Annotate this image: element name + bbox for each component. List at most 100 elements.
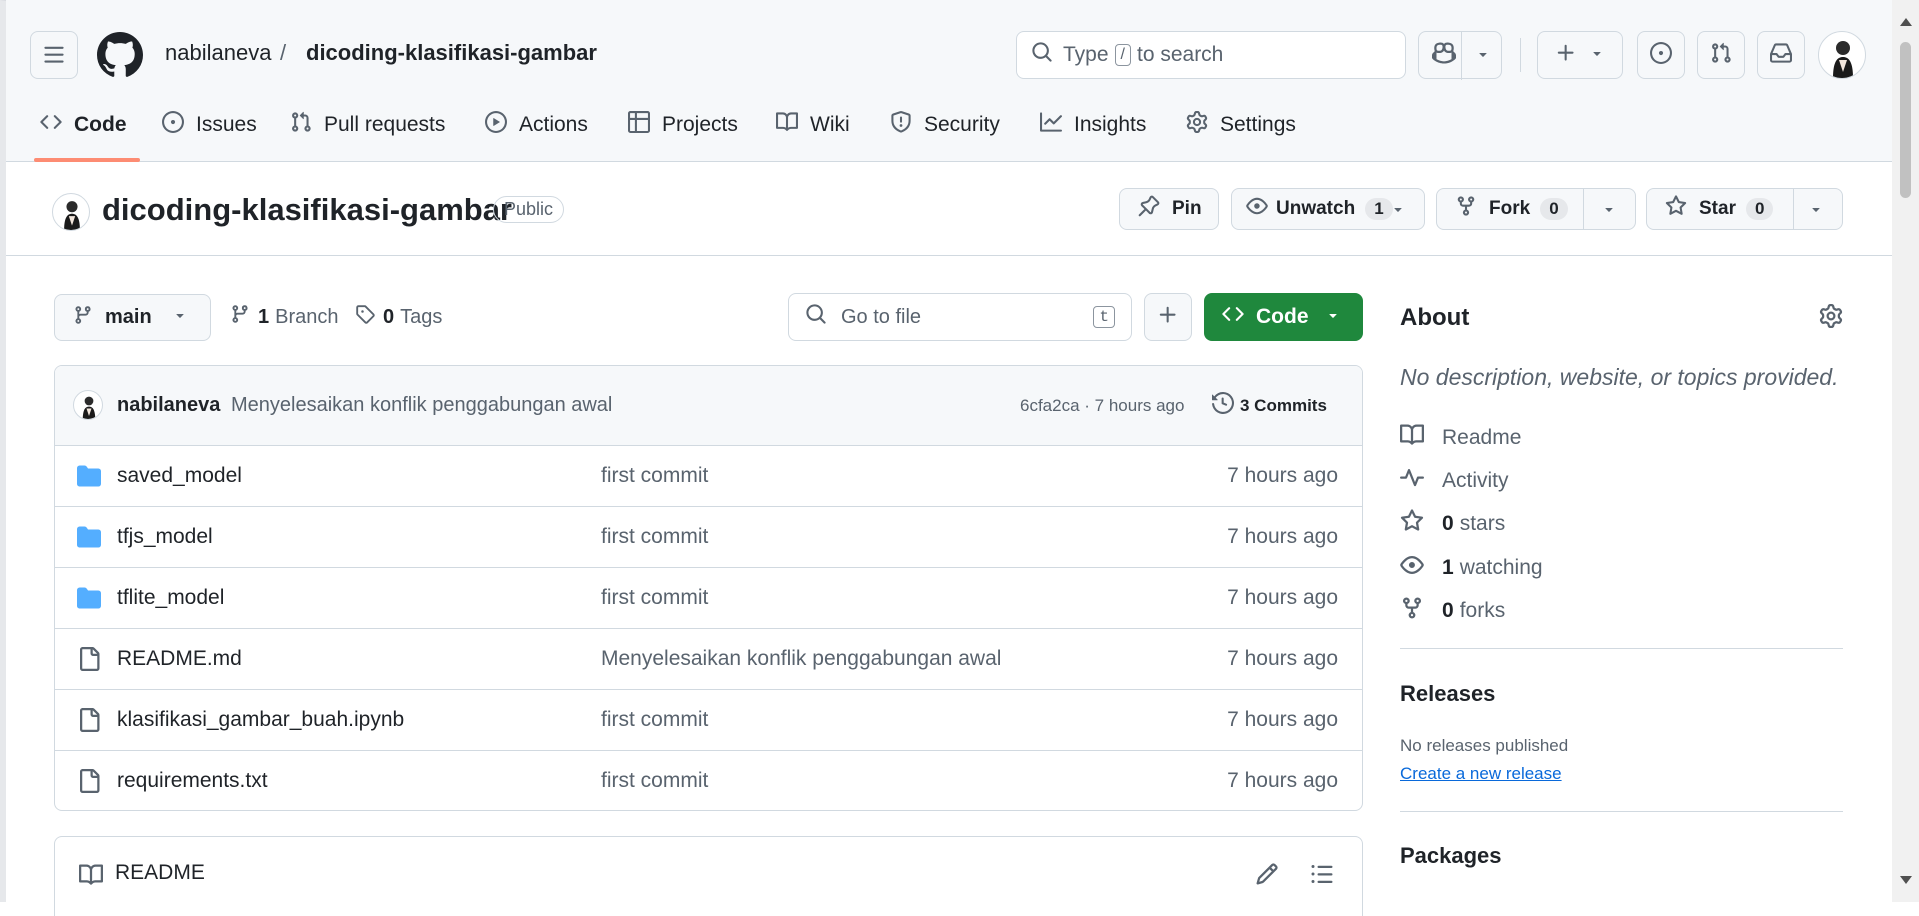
tab-security[interactable]: Security bbox=[890, 100, 1000, 150]
commit-meta[interactable]: 6cfa2ca · 7 hours ago bbox=[1020, 396, 1184, 416]
create-new-button[interactable] bbox=[1537, 31, 1623, 79]
tab-projects[interactable]: Projects bbox=[628, 100, 738, 150]
pin-button[interactable]: Pin bbox=[1119, 188, 1219, 230]
graph-icon bbox=[1040, 111, 1074, 139]
chevron-down-icon[interactable] bbox=[1390, 201, 1406, 223]
copilot-button[interactable] bbox=[1418, 31, 1502, 80]
gear-icon[interactable] bbox=[1819, 304, 1843, 333]
file-commit-message[interactable]: first commit bbox=[601, 708, 708, 732]
breadcrumb-repo[interactable]: dicoding-klasifikasi-gambar bbox=[306, 40, 597, 66]
watching-label: watching bbox=[1459, 556, 1543, 579]
book-icon bbox=[79, 863, 104, 892]
tab-label: Settings bbox=[1220, 113, 1296, 136]
breadcrumb-owner[interactable]: nabilaneva bbox=[165, 40, 271, 66]
file-name[interactable]: tflite_model bbox=[117, 586, 224, 610]
user-avatar[interactable] bbox=[1818, 31, 1866, 79]
file-row[interactable]: tflite_model first commit 7 hours ago bbox=[55, 567, 1362, 628]
file-row[interactable]: README.md Menyelesaikan konflik penggabu… bbox=[55, 628, 1362, 689]
eye-icon bbox=[1400, 553, 1442, 583]
about-readme-link[interactable]: Readme bbox=[1400, 423, 1521, 453]
fork-icon bbox=[1455, 195, 1477, 223]
tab-actions[interactable]: Actions bbox=[485, 100, 588, 150]
tab-pull-requests[interactable]: Pull requests bbox=[290, 100, 445, 150]
tags-link[interactable]: 0 Tags bbox=[355, 304, 442, 330]
about-forks-link[interactable]: 0 forks bbox=[1400, 596, 1505, 626]
scrollbar[interactable] bbox=[1892, 0, 1919, 902]
file-row[interactable]: saved_model first commit 7 hours ago bbox=[55, 445, 1362, 506]
go-to-file-placeholder: Go to file bbox=[841, 305, 922, 328]
tab-code[interactable]: Code bbox=[40, 100, 127, 150]
file-time: 7 hours ago bbox=[1227, 647, 1338, 670]
menu-button[interactable] bbox=[30, 31, 78, 79]
active-tab-indicator bbox=[34, 158, 140, 162]
commit-message[interactable]: Menyelesaikan konflik penggabungan awal bbox=[231, 394, 612, 417]
scroll-down-icon[interactable] bbox=[1900, 876, 1912, 884]
file-icon bbox=[77, 769, 101, 799]
branch-selector[interactable]: main bbox=[54, 294, 211, 341]
chevron-down-icon[interactable] bbox=[1808, 201, 1824, 223]
search-input[interactable]: Type / to search bbox=[1016, 31, 1406, 79]
tag-label: Tags bbox=[400, 305, 443, 328]
tab-label: Wiki bbox=[810, 113, 850, 136]
chevron-down-icon bbox=[172, 306, 188, 329]
create-release-link[interactable]: Create a new release bbox=[1400, 764, 1562, 784]
file-name[interactable]: saved_model bbox=[117, 464, 242, 488]
tab-issues[interactable]: Issues bbox=[162, 100, 257, 150]
tab-wiki[interactable]: Wiki bbox=[776, 100, 850, 150]
file-row[interactable]: tfjs_model first commit 7 hours ago bbox=[55, 506, 1362, 567]
list-icon[interactable] bbox=[1310, 862, 1334, 891]
go-to-file-input[interactable]: Go to file t bbox=[788, 293, 1132, 341]
file-name[interactable]: klasifikasi_gambar_buah.ipynb bbox=[117, 708, 404, 732]
branches-link[interactable]: 1 Branch bbox=[230, 304, 339, 330]
tab-label: Pull requests bbox=[324, 113, 446, 136]
file-commit-message[interactable]: first commit bbox=[601, 525, 708, 549]
unwatch-button[interactable]: Unwatch 1 bbox=[1231, 188, 1425, 230]
packages-title[interactable]: Packages bbox=[1400, 843, 1502, 869]
readme-title[interactable]: README bbox=[115, 861, 205, 885]
code-icon bbox=[40, 111, 74, 139]
about-activity-link[interactable]: Activity bbox=[1400, 466, 1509, 496]
search-prefix: Type bbox=[1063, 43, 1109, 66]
commit-author-avatar[interactable] bbox=[73, 390, 103, 420]
about-watching-link[interactable]: 1 watching bbox=[1400, 553, 1543, 583]
star-button[interactable]: Star 0 bbox=[1646, 188, 1843, 230]
commits-link[interactable]: 3 Commits bbox=[1212, 391, 1327, 419]
pull-requests-button[interactable] bbox=[1697, 31, 1745, 79]
tab-insights[interactable]: Insights bbox=[1040, 100, 1146, 150]
sidebar-divider bbox=[1400, 811, 1843, 812]
releases-title[interactable]: Releases bbox=[1400, 681, 1495, 707]
pencil-icon[interactable] bbox=[1255, 862, 1279, 891]
file-icon bbox=[77, 708, 101, 738]
scrollbar-thumb[interactable] bbox=[1900, 42, 1911, 198]
add-file-button[interactable] bbox=[1144, 293, 1192, 341]
fork-divider bbox=[1583, 189, 1584, 229]
file-time: 7 hours ago bbox=[1227, 708, 1338, 731]
file-name[interactable]: tfjs_model bbox=[117, 525, 213, 549]
file-commit-message[interactable]: first commit bbox=[601, 769, 708, 793]
chevron-down-icon[interactable] bbox=[1601, 201, 1617, 223]
pull-request-icon bbox=[1710, 42, 1732, 69]
chevron-down-icon[interactable] bbox=[1475, 46, 1491, 67]
inbox-button[interactable] bbox=[1757, 31, 1805, 79]
github-logo-icon[interactable] bbox=[96, 32, 143, 83]
fork-button[interactable]: Fork 0 bbox=[1436, 188, 1636, 230]
file-commit-message[interactable]: Menyelesaikan konflik penggabungan awal bbox=[601, 647, 1001, 671]
scroll-up-icon[interactable] bbox=[1900, 18, 1912, 26]
file-commit-message[interactable]: first commit bbox=[601, 586, 708, 610]
file-row[interactable]: requirements.txt first commit 7 hours ag… bbox=[55, 750, 1362, 810]
file-name[interactable]: README.md bbox=[117, 647, 242, 671]
tab-settings[interactable]: Settings bbox=[1186, 100, 1296, 150]
code-dropdown-button[interactable]: Code bbox=[1204, 293, 1363, 341]
pin-icon bbox=[1138, 195, 1160, 223]
file-row[interactable]: klasifikasi_gambar_buah.ipynb first comm… bbox=[55, 689, 1362, 750]
file-name[interactable]: requirements.txt bbox=[117, 769, 268, 793]
about-stars-link[interactable]: 0 stars bbox=[1400, 509, 1505, 539]
repo-title[interactable]: dicoding-klasifikasi-gambar bbox=[102, 192, 512, 228]
forks-count: 0 bbox=[1442, 599, 1454, 622]
issues-button[interactable] bbox=[1637, 31, 1685, 79]
readme-panel: README bbox=[54, 836, 1363, 916]
commit-author[interactable]: nabilaneva bbox=[117, 394, 220, 417]
owner-avatar[interactable] bbox=[52, 193, 90, 231]
stars-label: stars bbox=[1459, 512, 1506, 535]
file-commit-message[interactable]: first commit bbox=[601, 464, 708, 488]
